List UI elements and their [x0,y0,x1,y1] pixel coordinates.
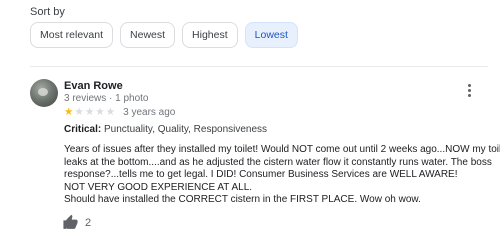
avatar[interactable] [30,79,58,107]
like-button[interactable]: 2 [62,214,91,231]
sort-chip-lowest[interactable]: Lowest [244,22,298,48]
reviewer-meta: 3 reviews · 1 photo [64,93,149,104]
critical-attributes: Critical: Punctuality, Quality, Responsi… [64,124,267,135]
review-date: 3 years ago [123,106,176,118]
review-text-line: Should have installed the CORRECT cister… [64,194,421,205]
star-icon: ★ [64,106,74,118]
more-vert-icon[interactable] [462,84,476,102]
critical-values: Punctuality, Quality, Responsiveness [104,124,268,135]
review-text-line: NOT VERY GOOD EXPERIENCE AT ALL. [64,181,253,193]
sort-options: Most relevant Newest Highest Lowest [30,22,298,48]
review-text-line: response?...tells me to get legal. I DID… [64,169,458,180]
review-text: Years of issues after they installed my … [64,144,500,207]
reviewer-name[interactable]: Evan Rowe [64,80,123,92]
critical-label: Critical: [64,124,102,135]
sort-label: Sort by [30,6,65,18]
rating-row: ★ ★ ★ ★ ★ 3 years ago [64,106,175,118]
sort-chip-newest[interactable]: Newest [120,22,176,48]
sort-chip-most-relevant[interactable]: Most relevant [30,22,114,48]
like-count: 2 [85,216,92,229]
review-text-line: leaks at the bottom....and as he adjuste… [64,156,492,168]
star-rating: ★ ★ ★ ★ ★ [64,106,115,118]
star-icon: ★ [105,106,116,118]
star-icon: ★ [95,106,105,118]
divider [30,66,488,67]
sort-chip-highest[interactable]: Highest [182,22,238,48]
review-text-line: Years of issues after they installed my … [64,144,500,155]
star-icon: ★ [84,106,95,118]
thumbs-up-icon [63,214,78,229]
star-icon: ★ [74,106,84,118]
